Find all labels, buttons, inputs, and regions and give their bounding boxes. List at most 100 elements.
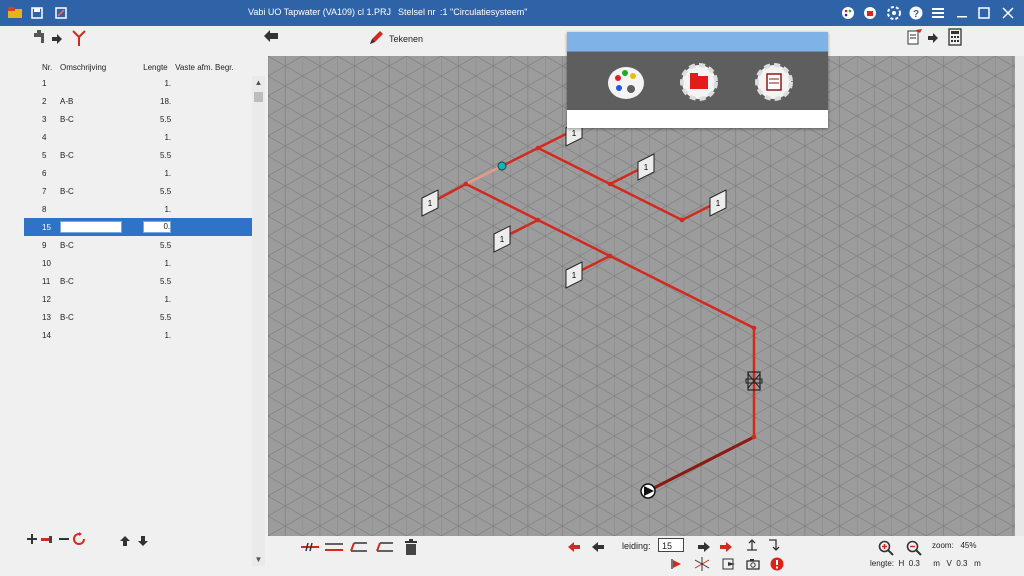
table-row[interactable]: 1 1.: [24, 74, 252, 92]
row-lengte: 5.5: [160, 312, 172, 322]
table-row[interactable]: 12 1.: [24, 290, 252, 308]
add-icon[interactable]: [26, 533, 38, 548]
menu-icon[interactable]: [930, 5, 946, 21]
isometric-grid[interactable]: 1 1 1 1 1 1: [268, 56, 1015, 536]
row-number: 15: [24, 218, 58, 236]
row-number: 9: [42, 240, 47, 250]
row-omschrijving: B-C: [60, 312, 74, 322]
pencil-icon[interactable]: [368, 30, 384, 49]
pump-icon[interactable]: [640, 483, 656, 499]
close-icon[interactable]: [1000, 5, 1016, 21]
table-row[interactable]: 8 1.: [24, 200, 252, 218]
export-icon[interactable]: [722, 558, 736, 573]
branch-icon[interactable]: [70, 29, 88, 50]
row-lengte: 1.: [164, 294, 172, 304]
stelsel-label: Stelsel nr: [398, 7, 436, 17]
tap-icon[interactable]: [32, 30, 48, 49]
col-vaste-afm: Vaste afm. Begr.: [175, 62, 234, 72]
row-vaste-afm: [173, 218, 252, 236]
list-scrollbar[interactable]: ▲ ▼: [252, 76, 265, 566]
zoom-in-icon[interactable]: [878, 540, 894, 559]
table-row[interactable]: 5 B-C 5.5: [24, 146, 252, 164]
leiding-input[interactable]: 15: [658, 538, 684, 552]
move-up-icon[interactable]: [120, 534, 130, 549]
col-nr: Nr.: [42, 62, 53, 72]
draw-button[interactable]: Tekenen: [389, 34, 423, 44]
refresh-icon[interactable]: [72, 532, 86, 549]
scroll-down-icon[interactable]: ▼: [252, 555, 265, 564]
back-arrow-icon[interactable]: [264, 30, 278, 45]
isometric-drawing-canvas[interactable]: 1 1 1 1 1 1: [268, 56, 1015, 536]
remove-icon[interactable]: [58, 533, 70, 548]
table-row[interactable]: 10 1.: [24, 254, 252, 272]
folder-gear-icon[interactable]: [678, 61, 720, 103]
pipe-angle-2-icon[interactable]: [376, 541, 394, 556]
scroll-thumb[interactable]: [254, 92, 263, 102]
delete-icon[interactable]: [404, 539, 418, 558]
row-number: 6: [42, 168, 47, 178]
pipe-angle-icon[interactable]: [350, 541, 368, 556]
play-icon[interactable]: [670, 558, 682, 573]
table-row[interactable]: 13 B-C 5.5: [24, 308, 252, 326]
zoom-out-icon[interactable]: [906, 540, 922, 559]
lengte-edit-field[interactable]: 0.: [143, 221, 172, 233]
row-lengte: 1.: [164, 132, 172, 142]
row-omschrijving: B-C: [60, 186, 74, 196]
table-row[interactable]: 2 A-B 18.: [24, 92, 252, 110]
step-up-icon[interactable]: [746, 539, 758, 554]
folder-gear-icon[interactable]: [862, 5, 878, 21]
row-omschrijving: [58, 200, 141, 218]
save-as-icon[interactable]: [54, 6, 68, 20]
canvas-right-scrollbar[interactable]: [1015, 56, 1024, 536]
omschrijving-edit-field[interactable]: [60, 221, 122, 233]
table-row[interactable]: 7 B-C 5.5: [24, 182, 252, 200]
table-row[interactable]: 14 1.: [24, 326, 252, 344]
insert-pipe-icon[interactable]: [40, 533, 54, 548]
previous-icon[interactable]: [592, 541, 604, 555]
camera-icon[interactable]: [746, 558, 760, 573]
selected-node[interactable]: [497, 161, 507, 171]
warning-icon[interactable]: [770, 557, 784, 574]
move-down-icon[interactable]: [138, 534, 148, 549]
axes-icon[interactable]: [694, 556, 710, 575]
table-row[interactable]: 4 1.: [24, 128, 252, 146]
tap-label: 1: [572, 271, 577, 280]
row-vaste-afm: [173, 254, 252, 272]
row-vaste-afm: [173, 74, 252, 92]
next-icon[interactable]: [698, 541, 710, 555]
first-icon[interactable]: [568, 541, 580, 555]
table-row[interactable]: 9 B-C 5.5: [24, 236, 252, 254]
settings-icon[interactable]: [886, 5, 902, 21]
table-row[interactable]: 6 1.: [24, 164, 252, 182]
row-lengte[interactable]: 0.: [141, 218, 174, 236]
row-lengte: 5.5: [160, 150, 172, 160]
row-omschrijving: B-C: [60, 276, 74, 286]
scroll-up-icon[interactable]: ▲: [252, 78, 265, 87]
step-down-icon[interactable]: [768, 539, 780, 554]
row-number: 13: [42, 312, 51, 322]
col-lengte: Lengte: [143, 62, 168, 72]
row-lengte: 1.: [164, 330, 172, 340]
last-icon[interactable]: [720, 541, 732, 555]
table-row[interactable]: 15 0.: [24, 218, 252, 236]
export-arrow-icon[interactable]: [928, 31, 938, 46]
maximize-icon[interactable]: [976, 5, 992, 21]
help-icon[interactable]: ?: [908, 5, 924, 21]
row-lengte: 5.5: [160, 114, 172, 124]
table-row[interactable]: 3 B-C 5.5: [24, 110, 252, 128]
palette-icon[interactable]: [840, 5, 856, 21]
minimize-icon[interactable]: [954, 5, 970, 21]
settings-icon[interactable]: [753, 61, 795, 103]
cut-pipe-icon[interactable]: [300, 541, 320, 556]
row-lengte: 1.: [164, 168, 172, 178]
row-omschrijving: [58, 254, 141, 272]
table-row[interactable]: 11 B-C 5.5: [24, 272, 252, 290]
row-omschrijving[interactable]: [58, 218, 142, 236]
report-icon[interactable]: [906, 28, 924, 49]
row-omschrijving: [58, 326, 141, 344]
calculator-icon[interactable]: [948, 28, 962, 49]
save-icon[interactable]: [30, 6, 44, 20]
row-omschrijving: A-B: [60, 96, 74, 106]
palette-icon[interactable]: [605, 61, 647, 103]
parallel-pipe-icon[interactable]: [324, 541, 344, 556]
